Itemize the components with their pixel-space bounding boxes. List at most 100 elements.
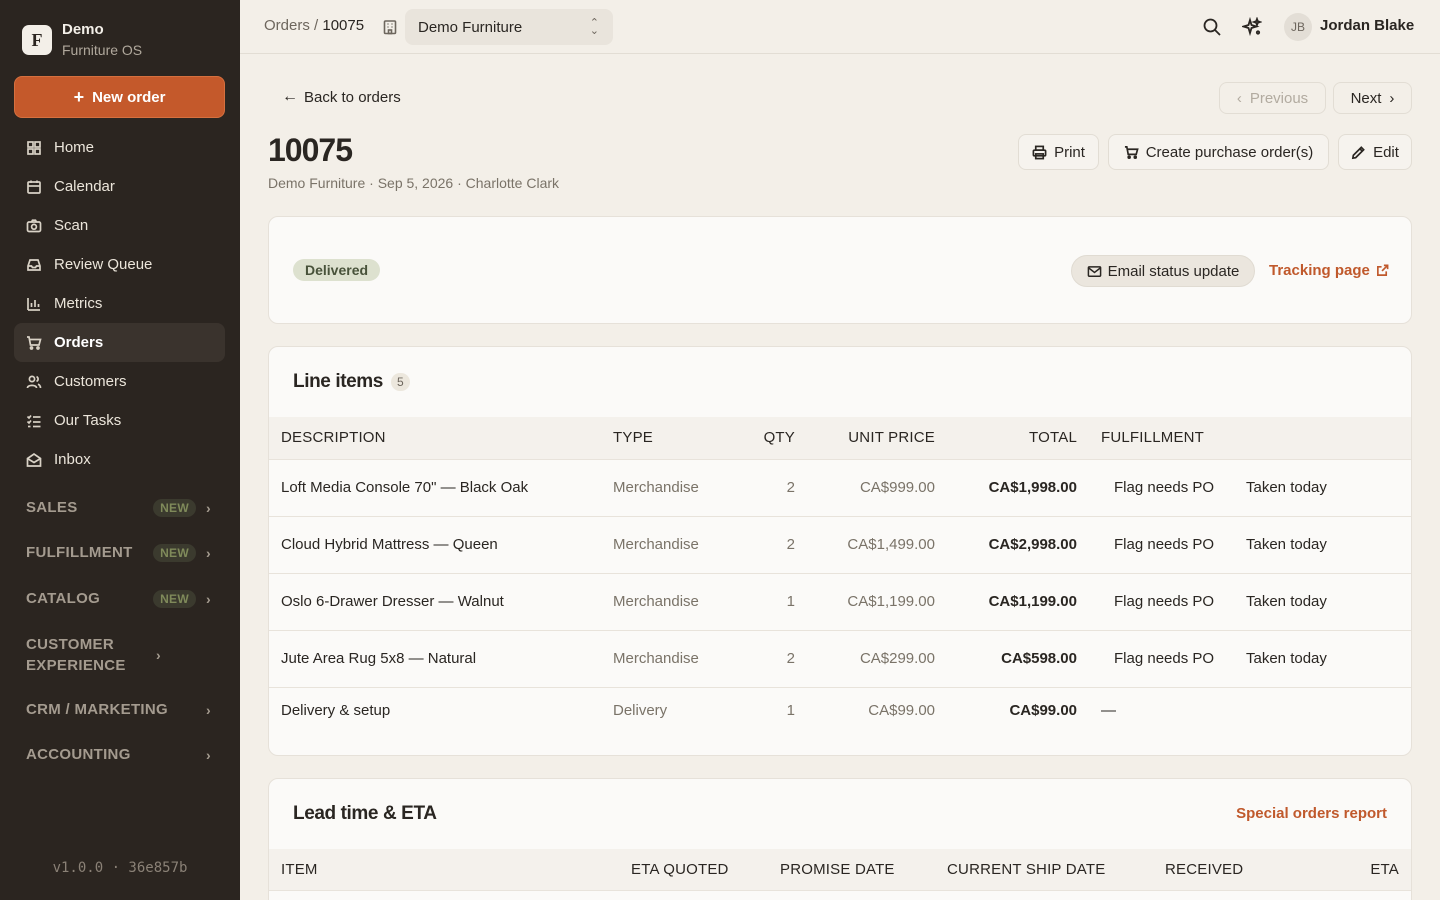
item-fulfillment[interactable]: Taken today xyxy=(1222,459,1411,516)
previous-button[interactable]: ‹ Previous xyxy=(1219,82,1326,114)
chevron-right-icon: › xyxy=(206,499,211,516)
sidebar-item-our-tasks[interactable]: Our Tasks xyxy=(14,401,225,440)
next-label: Next xyxy=(1350,89,1382,107)
building-icon xyxy=(382,19,398,35)
item-qty: 2 xyxy=(786,479,795,496)
column-header-total[interactable]: TOTAL xyxy=(935,417,1077,459)
status-badge: Delivered xyxy=(293,259,381,281)
flag-needs-po-button[interactable]: Flag needs PO xyxy=(1077,516,1222,573)
column-header-fulfillment[interactable]: FULFILLMENT xyxy=(1077,417,1222,459)
search-icon[interactable] xyxy=(1202,17,1222,37)
email-status-label: Email status update xyxy=(1107,262,1240,280)
section-label: SALES xyxy=(26,499,78,516)
bar-chart-icon xyxy=(26,296,42,312)
sidebar-item-scan[interactable]: Scan xyxy=(14,206,225,245)
chevron-right-icon: › xyxy=(1389,89,1395,107)
column-header-type[interactable]: TYPE xyxy=(613,417,733,459)
camera-icon xyxy=(26,218,42,234)
line-items-card: Line items 5 DESCRIPTION TYPE QTY UNIT P… xyxy=(268,346,1412,756)
column-header-received[interactable]: RECEIVED xyxy=(1165,861,1243,878)
column-header-description[interactable]: DESCRIPTION xyxy=(269,417,613,459)
table-row[interactable]: Jute Area Rug 5x8 — Natural Merchandise … xyxy=(269,630,1411,687)
print-button[interactable]: Print xyxy=(1018,134,1099,170)
sidebar-item-label: Home xyxy=(54,139,95,156)
home-grid-icon xyxy=(26,140,42,156)
envelope-open-icon xyxy=(26,452,42,468)
email-status-update-button[interactable]: Email status update xyxy=(1071,255,1255,287)
sidebar-item-orders[interactable]: Orders xyxy=(14,323,225,362)
item-type: Merchandise xyxy=(613,479,699,496)
new-order-label: New order xyxy=(92,88,166,106)
sidebar-item-home[interactable]: Home xyxy=(14,128,225,167)
item-flag-empty: — xyxy=(1101,701,1116,719)
create-purchase-order-button[interactable]: Create purchase order(s) xyxy=(1108,134,1329,170)
column-header-eta[interactable]: ETA xyxy=(1370,861,1399,878)
sidebar-section-catalog[interactable]: CATALOG NEW › xyxy=(26,588,216,609)
column-header-promise-date[interactable]: PROMISE DATE xyxy=(780,861,895,878)
item-type: Merchandise xyxy=(613,650,699,667)
sidebar-item-customers[interactable]: Customers xyxy=(14,362,225,401)
sidebar-item-calendar[interactable]: Calendar xyxy=(14,167,225,206)
sidebar-item-label: Inbox xyxy=(54,451,91,468)
special-orders-report-link[interactable]: Special orders report xyxy=(1236,805,1387,822)
item-fulfillment[interactable]: Taken today xyxy=(1222,516,1411,573)
item-total: CA$99.00 xyxy=(1009,701,1077,719)
ai-sparkle-icon[interactable] xyxy=(1240,16,1263,37)
print-label: Print xyxy=(1054,143,1085,161)
table-row[interactable]: Loft Media Console 70" — Black Oak Merch… xyxy=(269,459,1411,516)
chevron-right-icon: › xyxy=(206,701,211,718)
avatar[interactable]: JB xyxy=(1284,13,1312,41)
item-total: CA$2,998.00 xyxy=(988,536,1077,553)
sidebar-item-label: Orders xyxy=(54,334,104,351)
brand-name: Demo xyxy=(62,21,104,38)
item-fulfillment[interactable]: Taken today xyxy=(1222,573,1411,630)
chevron-right-icon: › xyxy=(206,590,211,607)
breadcrumb-orders-link[interactable]: Orders xyxy=(264,17,310,34)
table-row[interactable]: Oslo 6-Drawer Dresser — Walnut Merchandi… xyxy=(269,573,1411,630)
back-to-orders-link[interactable]: ← Back to orders xyxy=(282,88,401,106)
sidebar-section-sales[interactable]: SALES NEW › xyxy=(26,497,216,518)
calendar-icon xyxy=(26,179,42,195)
column-header-eta-quoted[interactable]: ETA QUOTED xyxy=(631,861,729,878)
previous-label: Previous xyxy=(1249,89,1309,107)
chevron-left-icon: ‹ xyxy=(1236,89,1242,107)
brand[interactable]: F Demo Furniture OS xyxy=(22,20,142,60)
cart-icon xyxy=(26,335,42,351)
arrow-left-icon: ← xyxy=(282,88,298,105)
new-badge: NEW xyxy=(153,589,196,608)
column-header-unit-price[interactable]: UNIT PRICE xyxy=(795,417,935,459)
flag-needs-po-button[interactable]: Flag needs PO xyxy=(1077,630,1222,687)
flag-needs-po-button[interactable]: Flag needs PO xyxy=(1077,459,1222,516)
sidebar-section-crm-marketing[interactable]: CRM / MARKETING › xyxy=(26,699,216,720)
column-header-current-ship-date[interactable]: CURRENT SHIP DATE xyxy=(947,861,1105,878)
topbar: Orders / 10075 Demo Furniture ⌃ ⌄ JB Jord… xyxy=(240,0,1440,54)
column-header-qty[interactable]: QTY xyxy=(733,417,795,459)
item-description: Jute Area Rug 5x8 — Natural xyxy=(281,650,477,667)
section-label: CATALOG xyxy=(26,590,101,607)
breadcrumb-separator: / xyxy=(314,17,319,34)
sidebar-section-fulfillment[interactable]: FULFILLMENT NEW › xyxy=(26,542,216,563)
tracking-page-link[interactable]: Tracking page xyxy=(1269,262,1389,279)
new-order-button[interactable]: + New order xyxy=(14,76,225,118)
item-type: Merchandise xyxy=(613,536,699,553)
sidebar-item-review-queue[interactable]: Review Queue xyxy=(14,245,225,284)
edit-button[interactable]: Edit xyxy=(1338,134,1412,170)
sidebar-item-inbox[interactable]: Inbox xyxy=(14,440,225,479)
item-type: Merchandise xyxy=(613,593,699,610)
next-button[interactable]: Next › xyxy=(1333,82,1412,114)
sidebar-section-customer-experience[interactable]: CUSTOMER EXPERIENCE › xyxy=(26,634,216,676)
inbox-tray-icon xyxy=(26,257,42,273)
sidebar-section-accounting[interactable]: ACCOUNTING › xyxy=(26,744,216,765)
item-qty: 1 xyxy=(786,593,795,610)
table-row[interactable]: Delivery & setup Delivery 1 CA$99.00 CA$… xyxy=(269,687,1411,733)
item-fulfillment[interactable]: Taken today xyxy=(1222,630,1411,687)
column-header-item[interactable]: ITEM xyxy=(281,861,318,878)
external-link-icon xyxy=(1376,264,1389,276)
sidebar-item-metrics[interactable]: Metrics xyxy=(14,284,225,323)
flag-needs-po-button[interactable]: Flag needs PO xyxy=(1077,573,1222,630)
user-name[interactable]: Jordan Blake xyxy=(1320,17,1414,34)
table-row[interactable]: Cloud Hybrid Mattress — Queen Merchandis… xyxy=(269,516,1411,573)
org-select[interactable]: Demo Furniture ⌃ ⌄ xyxy=(405,9,613,45)
lead-time-card: Lead time & ETA Special orders report IT… xyxy=(268,778,1412,900)
breadcrumb-current: 10075 xyxy=(322,17,365,34)
